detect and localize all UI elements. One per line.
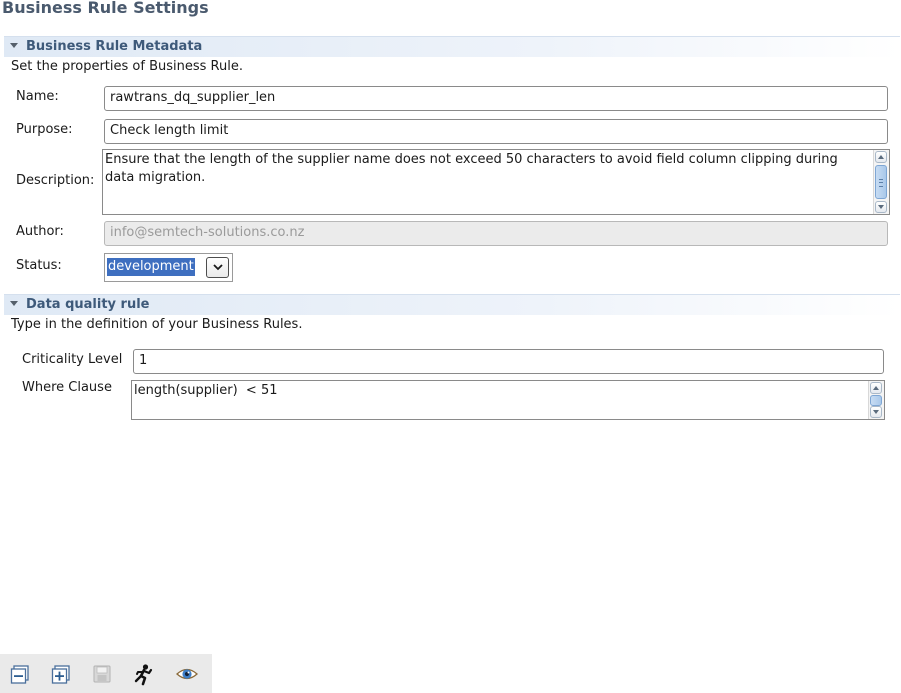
scroll-up-arrow-icon[interactable] — [875, 151, 887, 163]
chevron-down-icon — [213, 264, 223, 271]
business-rule-settings-page: Business Rule Settings Business Rule Met… — [0, 0, 901, 693]
metadata-section-header[interactable]: Business Rule Metadata — [4, 36, 900, 57]
expand-all-icon — [51, 665, 70, 684]
expand-all-button[interactable] — [49, 662, 73, 686]
name-field[interactable]: rawtrans_dq_supplier_len — [104, 86, 888, 111]
status-label: Status: — [16, 258, 62, 273]
preview-eye-icon — [176, 668, 198, 680]
description-label: Description: — [16, 173, 95, 188]
scroll-down-arrow-icon[interactable] — [875, 201, 887, 213]
where-clause-label: Where Clause — [22, 380, 112, 395]
scroll-thumb[interactable] — [875, 165, 887, 199]
author-field: info@semtech-solutions.co.nz — [104, 221, 888, 246]
save-button — [90, 662, 114, 686]
collapse-all-icon — [10, 665, 29, 684]
criticality-field[interactable]: 1 — [133, 349, 884, 374]
dq-section-description: Type in the definition of your Business … — [11, 317, 303, 332]
save-icon — [93, 665, 111, 683]
description-text: Ensure that the length of the supplier n… — [105, 152, 838, 185]
description-scrollbar[interactable] — [873, 150, 889, 214]
name-label: Name: — [16, 89, 59, 104]
criticality-label: Criticality Level — [22, 352, 123, 367]
status-selected-value: development — [107, 258, 195, 276]
status-dropdown-button[interactable] — [206, 257, 229, 278]
run-icon — [134, 664, 153, 686]
author-label: Author: — [16, 224, 64, 239]
run-button[interactable] — [131, 662, 155, 686]
scroll-up-arrow-icon[interactable] — [870, 382, 882, 394]
where-clause-text: length(supplier) < 51 — [134, 383, 278, 398]
metadata-section-title: Business Rule Metadata — [26, 39, 203, 54]
page-title: Business Rule Settings — [2, 0, 209, 17]
scroll-down-arrow-icon[interactable] — [870, 406, 882, 418]
collapse-twisty-icon[interactable] — [10, 301, 18, 306]
description-textarea[interactable]: Ensure that the length of the supplier n… — [102, 149, 890, 215]
preview-button[interactable] — [174, 662, 198, 686]
where-clause-textarea[interactable]: length(supplier) < 51 — [131, 380, 885, 420]
bottom-toolbar — [0, 654, 212, 693]
scroll-thumb[interactable] — [870, 395, 882, 406]
purpose-field[interactable]: Check length limit — [104, 119, 888, 144]
status-dropdown[interactable]: development — [104, 253, 233, 282]
metadata-section-description: Set the properties of Business Rule. — [11, 59, 243, 74]
dq-section-title: Data quality rule — [26, 297, 150, 312]
purpose-label: Purpose: — [16, 122, 73, 137]
collapse-twisty-icon[interactable] — [10, 43, 18, 48]
dq-section-header[interactable]: Data quality rule — [4, 294, 900, 315]
collapse-all-button[interactable] — [8, 662, 32, 686]
where-clause-scrollbar[interactable] — [868, 381, 884, 419]
